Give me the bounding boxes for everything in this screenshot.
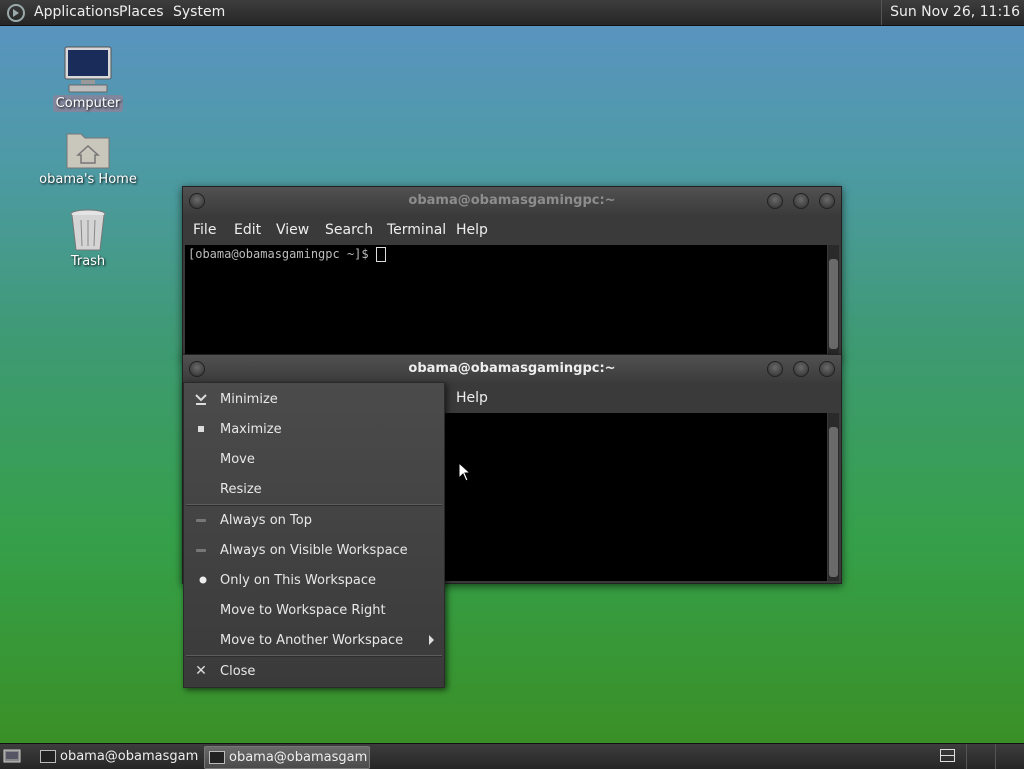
menu-item-minimize[interactable]: Minimize: [184, 385, 444, 413]
desktop-icon-label: Computer: [52, 95, 124, 112]
gnome-foot-icon[interactable]: [6, 3, 26, 23]
menu-file[interactable]: File: [193, 222, 216, 238]
terminal-window-back[interactable]: obama@obamasgamingpc:~ File Edit View Se…: [182, 186, 842, 358]
taskbar-item[interactable]: obama@obamasgam...: [36, 746, 200, 767]
menu-edit[interactable]: Edit: [234, 222, 261, 238]
menu-item-maximize[interactable]: Maximize: [184, 415, 444, 443]
radio-off-icon: [194, 513, 208, 527]
menu-item-move-another-workspace[interactable]: Move to Another Workspace: [184, 626, 444, 654]
panel-divider: [995, 744, 996, 769]
trash-icon: [70, 209, 106, 251]
maximize-icon: [194, 422, 208, 436]
system-menu[interactable]: System: [173, 4, 225, 20]
clock[interactable]: Sun Nov 26, 11:16: [881, 0, 1024, 25]
terminal-icon: [40, 750, 56, 763]
menu-item-resize[interactable]: Resize: [184, 475, 444, 503]
desktop-icon-trash[interactable]: Trash: [33, 208, 143, 269]
applications-menu[interactable]: Applications: [34, 4, 120, 20]
menu-terminal[interactable]: Terminal: [387, 222, 446, 238]
menu-help[interactable]: Help: [456, 222, 488, 238]
menu-search[interactable]: Search: [325, 222, 373, 238]
minimize-icon: [194, 392, 208, 406]
minimize-button[interactable]: [767, 361, 783, 377]
show-desktop-icon[interactable]: [3, 748, 21, 764]
mouse-pointer-icon: [458, 462, 472, 482]
window-menu-button[interactable]: [189, 193, 205, 209]
taskbar-item-active[interactable]: obama@obamasgam...: [204, 746, 370, 769]
top-panel: Applications Places System Sun Nov 26, 1…: [0, 0, 1024, 26]
text-cursor: [375, 247, 386, 262]
window-title: obama@obamasgamingpc:~: [408, 193, 616, 208]
window-title: obama@obamasgamingpc:~: [408, 361, 616, 376]
menu-item-move[interactable]: Move: [184, 445, 444, 473]
home-folder-icon: [66, 133, 110, 169]
menu-view[interactable]: View: [276, 222, 309, 238]
bottom-panel: obama@obamasgam... obama@obamasgam...: [0, 743, 1024, 769]
places-menu[interactable]: Places: [119, 4, 164, 20]
terminal-icon: [209, 751, 225, 764]
minimize-button[interactable]: [767, 193, 783, 209]
radio-off-icon: [194, 543, 208, 557]
desktop-icon-label: obama's Home: [39, 172, 137, 187]
desktop-icon-home[interactable]: obama's Home: [33, 128, 143, 187]
maximize-button[interactable]: [793, 361, 809, 377]
menu-item-move-workspace-right[interactable]: Move to Workspace Right: [184, 596, 444, 624]
window-titlebar[interactable]: obama@obamasgamingpc:~: [183, 187, 841, 215]
window-menu-button[interactable]: [189, 361, 205, 377]
scrollbar[interactable]: [828, 245, 839, 355]
panel-divider: [966, 744, 967, 769]
window-titlebar[interactable]: obama@obamasgamingpc:~: [183, 355, 841, 383]
maximize-button[interactable]: [793, 193, 809, 209]
desktop-icon-label: Trash: [70, 254, 106, 269]
shell-prompt: [obama@obamasgamingpc ~]$: [188, 247, 376, 261]
close-button[interactable]: [819, 193, 835, 209]
terminal-area[interactable]: [obama@obamasgamingpc ~]$: [185, 245, 827, 355]
desktop-icon-computer[interactable]: Computer: [33, 46, 143, 112]
terminal-menubar: File Edit View Search Terminal Help: [183, 215, 841, 245]
computer-icon: [64, 46, 112, 93]
workspace-switcher-icon[interactable]: [940, 749, 955, 762]
window-context-menu: Minimize Maximize Move Resize Always on …: [183, 382, 445, 688]
menu-help[interactable]: Help: [456, 390, 488, 406]
close-button[interactable]: [819, 361, 835, 377]
menu-item-always-visible-workspace[interactable]: Always on Visible Workspace: [184, 536, 444, 564]
submenu-arrow-icon: [429, 635, 434, 645]
menu-item-only-this-workspace[interactable]: Only on This Workspace: [184, 566, 444, 594]
menu-item-always-on-top[interactable]: Always on Top: [184, 506, 444, 534]
menu-item-close[interactable]: ✕ Close: [184, 657, 444, 685]
close-icon: ✕: [195, 663, 207, 679]
radio-on-icon: [194, 573, 208, 587]
scrollbar[interactable]: [828, 413, 839, 581]
